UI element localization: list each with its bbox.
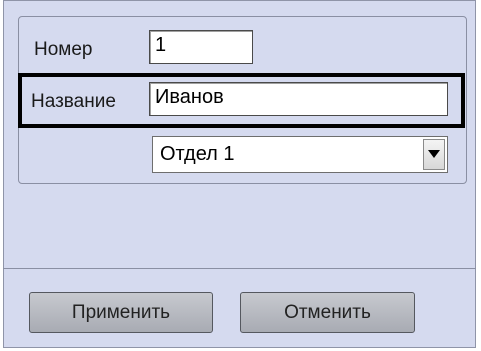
name-row-highlight — [18, 73, 465, 128]
department-select[interactable]: Отдел 1 — [152, 136, 448, 173]
dropdown-arrow-button[interactable] — [423, 139, 445, 170]
number-field[interactable]: 1 — [149, 30, 253, 64]
number-field-value: 1 — [155, 34, 167, 56]
apply-button[interactable]: Применить — [29, 292, 213, 333]
chevron-down-icon — [428, 150, 440, 158]
number-label: Номер — [34, 39, 93, 60]
cancel-button[interactable]: Отменить — [240, 292, 415, 333]
footer-separator — [3, 268, 476, 269]
department-select-value: Отдел 1 — [160, 143, 235, 165]
